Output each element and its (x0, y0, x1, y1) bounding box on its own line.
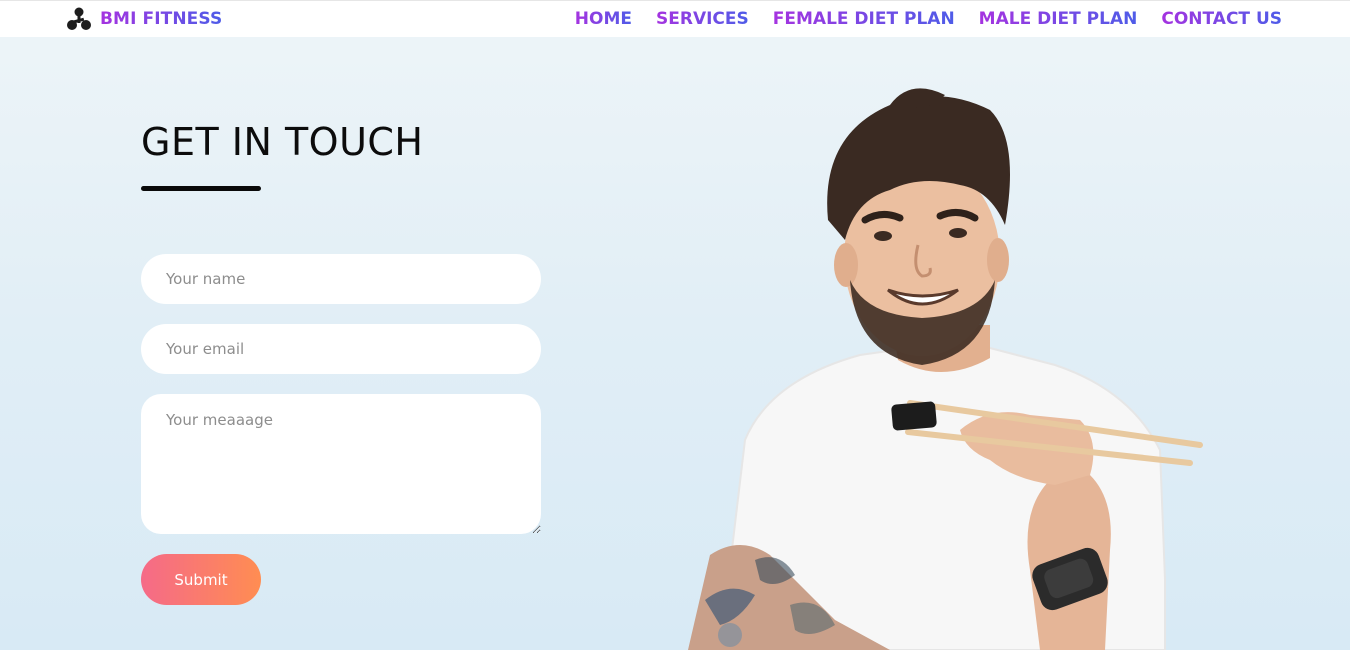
nav-item-female-diet-plan: FEMALE DIET PLAN (773, 9, 955, 29)
main-nav: HOME SERVICES FEMALE DIET PLAN MALE DIET… (575, 9, 1282, 29)
navbar: BMI FITNESS HOME SERVICES FEMALE DIET PL… (0, 0, 1350, 37)
sushi-roll (891, 401, 937, 431)
contact-section: GET IN TOUCH Submit (141, 118, 541, 605)
nav-item-services: SERVICES (656, 9, 749, 29)
title-underline (141, 186, 261, 191)
page-title: GET IN TOUCH (141, 120, 424, 164)
nav-item-home: HOME (575, 9, 632, 29)
nav-link-services[interactable]: SERVICES (656, 9, 749, 29)
dumbbell-cluster-icon (67, 7, 91, 30)
hero-image (660, 80, 1220, 650)
email-input[interactable] (141, 324, 541, 374)
message-textarea[interactable] (141, 394, 541, 534)
nav-link-male-diet-plan[interactable]: MALE DIET PLAN (979, 9, 1138, 29)
submit-button[interactable]: Submit (141, 554, 261, 605)
brand[interactable]: BMI FITNESS (66, 6, 222, 32)
name-input[interactable] (141, 254, 541, 304)
nav-link-contact-us[interactable]: CONTACT US (1161, 9, 1282, 29)
nav-list: HOME SERVICES FEMALE DIET PLAN MALE DIET… (575, 9, 1282, 29)
smiling-man-illustration (688, 88, 1203, 650)
nav-item-contact-us: CONTACT US (1161, 9, 1282, 29)
brand-name: BMI FITNESS (100, 9, 223, 29)
nav-link-home[interactable]: HOME (575, 9, 632, 29)
nav-link-female-diet-plan[interactable]: FEMALE DIET PLAN (773, 9, 955, 29)
nav-item-male-diet-plan: MALE DIET PLAN (979, 9, 1138, 29)
